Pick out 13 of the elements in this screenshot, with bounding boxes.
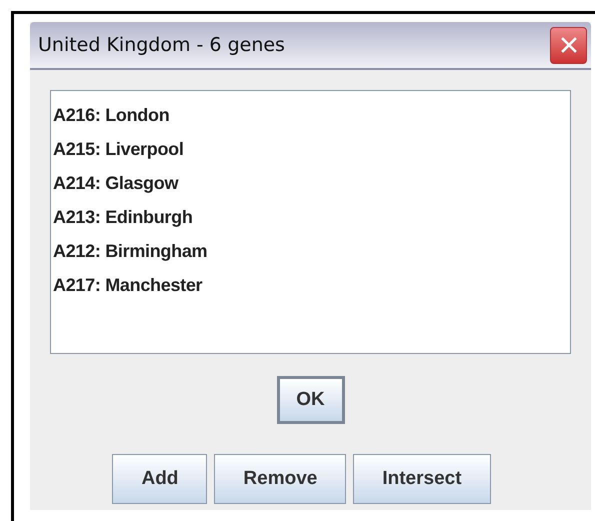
close-button[interactable]: [550, 26, 587, 64]
list-item[interactable]: A214: Glasgow: [53, 166, 178, 200]
window-title: United Kingdom - 6 genes: [38, 34, 285, 56]
list-item[interactable]: A213: Edinburgh: [53, 200, 193, 234]
action-button[interactable]: Intersect: [353, 454, 491, 504]
list-item[interactable]: A217: Manchester: [53, 268, 202, 302]
action-button[interactable]: Remove: [214, 454, 346, 504]
action-button[interactable]: Add: [112, 454, 208, 504]
list-item[interactable]: A216: London: [53, 98, 170, 132]
ok-button[interactable]: OK: [276, 376, 344, 424]
list-item[interactable]: A212: Birmingham: [53, 234, 208, 268]
close-icon: [560, 37, 576, 53]
list-item[interactable]: A215: Liverpool: [53, 132, 184, 166]
